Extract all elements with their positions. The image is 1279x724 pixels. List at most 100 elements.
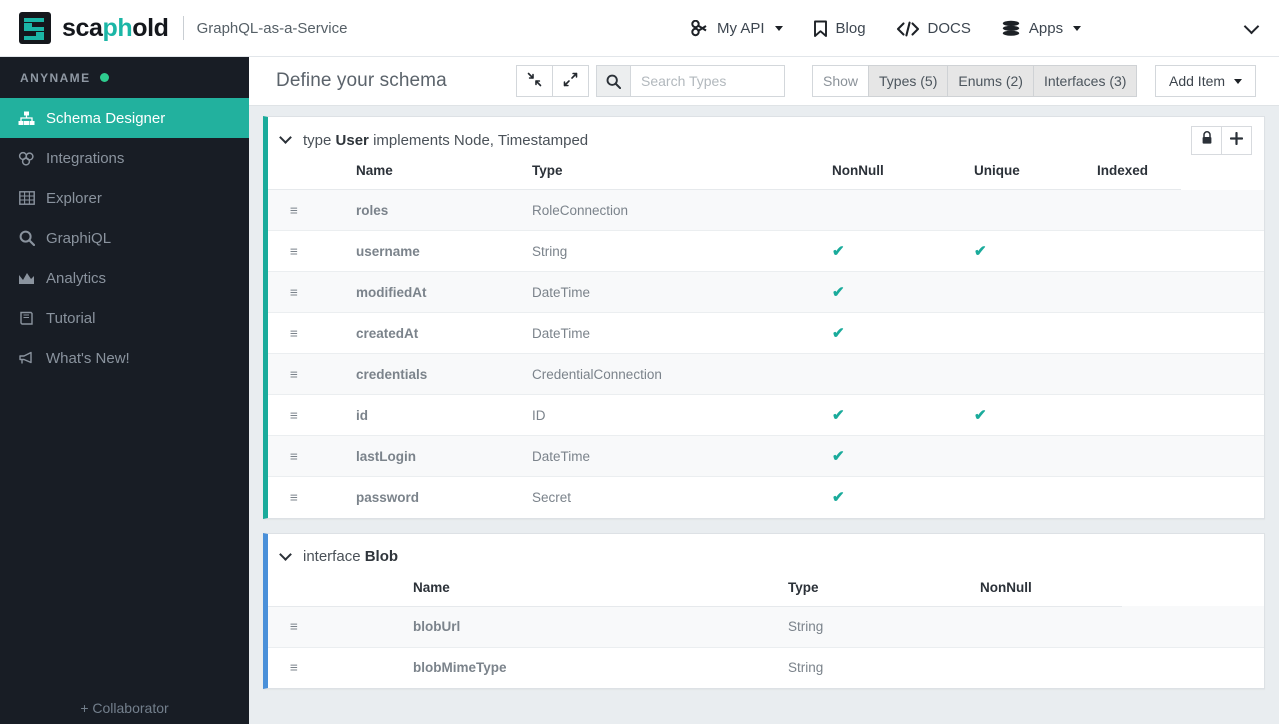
field-indexed-check[interactable] xyxy=(1097,394,1181,436)
drag-handle-icon[interactable]: ≡ xyxy=(268,394,356,436)
field-row-spacer xyxy=(1180,230,1264,272)
sidebar-item-tutorial[interactable]: Tutorial xyxy=(0,298,249,338)
drag-handle-icon[interactable]: ≡ xyxy=(268,606,413,648)
expand-all-button[interactable] xyxy=(552,65,589,97)
sidebar-item-schema-designer[interactable]: Schema Designer xyxy=(0,98,249,138)
field-name[interactable]: id xyxy=(356,394,532,436)
field-nonnull-check[interactable]: ✔ xyxy=(832,477,974,518)
field-type[interactable]: Secret xyxy=(532,477,832,518)
field-indexed-check[interactable] xyxy=(1097,230,1181,272)
nav-item-docs[interactable]: DOCS xyxy=(896,20,971,37)
table-row[interactable]: ≡ lastLogin DateTime ✔ xyxy=(268,435,1264,477)
search-icon[interactable] xyxy=(596,65,630,97)
field-name[interactable]: lastLogin xyxy=(356,435,532,477)
field-type[interactable]: ID xyxy=(532,394,832,436)
field-nonnull-check[interactable]: ✔ xyxy=(832,271,974,313)
search-input[interactable] xyxy=(630,65,785,97)
table-row[interactable]: ≡ modifiedAt DateTime ✔ xyxy=(268,271,1264,313)
field-type[interactable]: DateTime xyxy=(532,435,832,477)
field-name[interactable]: modifiedAt xyxy=(356,271,532,313)
drag-handle-icon[interactable]: ≡ xyxy=(268,312,356,354)
sidebar-item-explorer[interactable]: Explorer xyxy=(0,178,249,218)
field-indexed-check[interactable] xyxy=(1097,189,1181,231)
nav-item-label: Apps xyxy=(1028,20,1064,37)
chevron-down-icon[interactable] xyxy=(279,131,292,144)
check-icon: ✔ xyxy=(832,243,845,260)
field-type[interactable]: String xyxy=(788,606,980,648)
field-unique-check[interactable] xyxy=(974,189,1097,231)
field-indexed-check[interactable] xyxy=(1097,353,1181,395)
add-item-button[interactable]: Add Item xyxy=(1155,65,1257,97)
field-nonnull-check[interactable]: ✔ xyxy=(832,435,974,477)
sidebar-account[interactable]: ANYNAME xyxy=(0,57,249,98)
table-row[interactable]: ≡ blobMimeType String xyxy=(268,647,1264,688)
collapse-all-button[interactable] xyxy=(516,65,553,97)
field-type[interactable]: DateTime xyxy=(532,312,832,354)
field-nonnull-check[interactable]: ✔ xyxy=(832,230,974,272)
field-name[interactable]: password xyxy=(356,477,532,518)
field-indexed-check[interactable] xyxy=(1097,271,1181,313)
field-name[interactable]: createdAt xyxy=(356,312,532,354)
field-name[interactable]: roles xyxy=(356,189,532,231)
field-name[interactable]: blobUrl xyxy=(413,606,788,648)
drag-handle-icon[interactable]: ≡ xyxy=(268,271,356,313)
lock-button[interactable] xyxy=(1191,126,1222,155)
sidebar-item-analytics[interactable]: Analytics xyxy=(0,258,249,298)
field-name[interactable]: username xyxy=(356,230,532,272)
table-row[interactable]: ≡ password Secret ✔ xyxy=(268,477,1264,518)
table-row[interactable]: ≡ id ID ✔ ✔ xyxy=(268,394,1264,436)
filter-interfaces-button[interactable]: Interfaces (3) xyxy=(1032,65,1138,97)
field-unique-check[interactable] xyxy=(974,435,1097,477)
table-row[interactable]: ≡ username String ✔ ✔ xyxy=(268,230,1264,272)
sidebar-account-label: ANYNAME xyxy=(20,70,91,85)
field-nonnull-check[interactable] xyxy=(832,189,974,231)
field-unique-check[interactable] xyxy=(974,271,1097,313)
field-indexed-check[interactable] xyxy=(1097,312,1181,354)
sidebar-item-graphiql[interactable]: GraphiQL xyxy=(0,218,249,258)
field-type[interactable]: DateTime xyxy=(532,271,832,313)
filter-types-button[interactable]: Types (5) xyxy=(868,65,949,97)
chevron-down-icon[interactable] xyxy=(279,547,292,561)
drag-handle-icon[interactable]: ≡ xyxy=(268,230,356,272)
field-unique-check[interactable] xyxy=(974,477,1097,518)
field-unique-check[interactable] xyxy=(974,312,1097,354)
field-indexed-check[interactable] xyxy=(1097,435,1181,477)
sitemap-icon xyxy=(18,111,35,126)
table-row[interactable]: ≡ blobUrl String xyxy=(268,606,1264,648)
bookmark-icon xyxy=(813,20,828,38)
sidebar: ANYNAME Schema Designer Integrations Exp… xyxy=(0,57,249,724)
user-menu-toggle[interactable] xyxy=(1243,0,1260,57)
add-field-button[interactable] xyxy=(1221,126,1252,155)
sidebar-item-whats-new[interactable]: What's New! xyxy=(0,338,249,378)
field-indexed-check[interactable] xyxy=(1097,477,1181,518)
add-collaborator-button[interactable]: + Collaborator xyxy=(0,700,249,716)
field-type[interactable]: String xyxy=(532,230,832,272)
drag-handle-icon[interactable]: ≡ xyxy=(268,647,413,688)
drag-handle-icon[interactable]: ≡ xyxy=(268,353,356,395)
field-nonnull-check[interactable] xyxy=(832,353,974,395)
field-nonnull-check[interactable] xyxy=(980,606,1122,648)
sidebar-item-integrations[interactable]: Integrations xyxy=(0,138,249,178)
table-row[interactable]: ≡ roles RoleConnection xyxy=(268,189,1264,231)
field-type[interactable]: RoleConnection xyxy=(532,189,832,231)
field-unique-check[interactable]: ✔ xyxy=(974,230,1097,272)
field-nonnull-check[interactable]: ✔ xyxy=(832,312,974,354)
drag-handle-icon[interactable]: ≡ xyxy=(268,477,356,518)
field-type[interactable]: String xyxy=(788,647,980,688)
field-type[interactable]: CredentialConnection xyxy=(532,353,832,395)
drag-handle-icon[interactable]: ≡ xyxy=(268,189,356,231)
field-unique-check[interactable] xyxy=(974,353,1097,395)
filter-enums-button[interactable]: Enums (2) xyxy=(947,65,1034,97)
table-row[interactable]: ≡ credentials CredentialConnection xyxy=(268,353,1264,395)
brand[interactable]: scaphold GraphQL-as-a-Service xyxy=(0,12,347,44)
field-nonnull-check[interactable] xyxy=(980,647,1122,688)
drag-handle-icon[interactable]: ≡ xyxy=(268,435,356,477)
field-name[interactable]: blobMimeType xyxy=(413,647,788,688)
field-nonnull-check[interactable]: ✔ xyxy=(832,394,974,436)
field-unique-check[interactable]: ✔ xyxy=(974,394,1097,436)
table-row[interactable]: ≡ createdAt DateTime ✔ xyxy=(268,312,1264,354)
nav-item-blog[interactable]: Blog xyxy=(813,20,866,38)
nav-item-my-api[interactable]: My API xyxy=(690,20,783,37)
nav-item-apps[interactable]: Apps xyxy=(1001,20,1082,38)
field-name[interactable]: credentials xyxy=(356,353,532,395)
